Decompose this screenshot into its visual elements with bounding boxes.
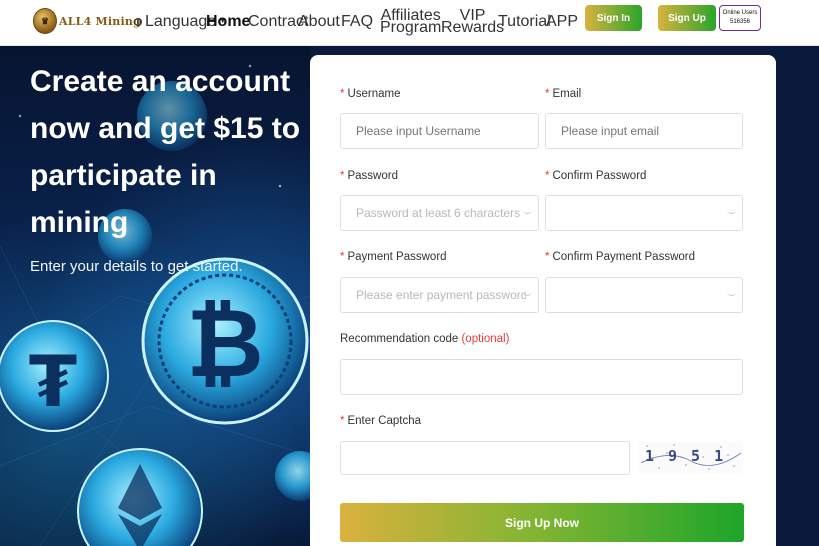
payment-password-label: * Payment Password bbox=[340, 251, 447, 263]
logo[interactable]: ♛ ALL4 Mining bbox=[33, 8, 141, 34]
nav-affiliates-program[interactable]: Affiliates Program bbox=[380, 8, 442, 36]
online-users-badge: Online Users 516356 bbox=[719, 5, 761, 31]
eye-hidden-icon[interactable] bbox=[523, 209, 532, 214]
payment-password-placeholder: Please enter payment password bbox=[356, 288, 526, 302]
nav-home[interactable]: Home bbox=[206, 14, 250, 30]
captcha-label: * Enter Captcha bbox=[340, 415, 421, 427]
captcha-image[interactable]: 1951 bbox=[639, 441, 743, 473]
confirm-password-input[interactable] bbox=[545, 195, 743, 231]
required-mark: * bbox=[545, 88, 550, 100]
nav-faq[interactable]: FAQ bbox=[341, 14, 373, 30]
email-label-text: Email bbox=[552, 88, 582, 100]
sign-in-button[interactable]: Sign In bbox=[585, 5, 642, 31]
hero-title: Create an account now and get $15 to par… bbox=[30, 65, 301, 239]
username-input[interactable] bbox=[340, 113, 539, 149]
optional-tag: (optional) bbox=[461, 333, 510, 345]
confirm-payment-password-input[interactable] bbox=[545, 277, 743, 313]
required-mark: * bbox=[545, 170, 550, 182]
password-input[interactable]: Password at least 6 characters bbox=[340, 195, 539, 231]
logo-text: ALL4 Mining bbox=[59, 14, 141, 28]
captcha-text: 1951 bbox=[645, 447, 738, 465]
nav-vip-rewards[interactable]: VIP Rewards bbox=[441, 8, 505, 36]
email-input[interactable] bbox=[545, 113, 743, 149]
password-label: * Password bbox=[340, 170, 398, 182]
email-label: * Email bbox=[545, 88, 581, 100]
sign-up-now-button[interactable]: Sign Up Now bbox=[340, 503, 744, 542]
svg-text:₮: ₮ bbox=[29, 341, 78, 423]
password-label-text: Password bbox=[347, 170, 398, 182]
required-mark: * bbox=[545, 251, 550, 263]
confirm-password-label: * Confirm Password bbox=[545, 170, 646, 182]
logo-lion-icon: ♛ bbox=[33, 8, 57, 34]
payment-password-label-text: Payment Password bbox=[347, 251, 447, 263]
recommendation-code-label: Recommendation code (optional) bbox=[340, 333, 509, 345]
nav-vip-line2: Rewards bbox=[441, 19, 505, 36]
top-nav-bar: ♛ ALL4 Mining Language ▼ Home Contract A… bbox=[0, 0, 819, 46]
eye-hidden-icon[interactable] bbox=[727, 291, 736, 296]
recommendation-label-text: Recommendation code bbox=[340, 333, 459, 345]
confirm-payment-password-label: * Confirm Payment Password bbox=[545, 251, 695, 263]
username-label-text: Username bbox=[347, 88, 401, 100]
eye-hidden-icon[interactable] bbox=[523, 291, 532, 296]
sign-up-button[interactable]: Sign Up bbox=[658, 5, 716, 31]
online-users-label: Online Users bbox=[722, 10, 758, 16]
nav-app[interactable]: APP bbox=[546, 14, 578, 30]
eye-hidden-icon[interactable] bbox=[727, 209, 736, 214]
captcha-input[interactable] bbox=[340, 441, 630, 475]
svg-text:₿: ₿ bbox=[186, 289, 263, 399]
hero-subtitle: Enter your details to get started. bbox=[30, 258, 243, 275]
confirm-payment-password-label-text: Confirm Payment Password bbox=[552, 251, 696, 263]
captcha-label-text: Enter Captcha bbox=[347, 415, 421, 427]
username-label: * Username bbox=[340, 88, 401, 100]
required-mark: * bbox=[340, 251, 345, 263]
recommendation-code-input[interactable] bbox=[340, 359, 743, 395]
confirm-password-label-text: Confirm Password bbox=[552, 170, 647, 182]
nav-tutorial[interactable]: Tutorial bbox=[498, 14, 551, 30]
password-placeholder: Password at least 6 characters bbox=[356, 206, 521, 220]
globe-icon bbox=[134, 18, 142, 26]
hero-section: ₿ ₮ Create an account now and get $15 to… bbox=[0, 46, 310, 546]
required-mark: * bbox=[340, 88, 345, 100]
nav-affiliates-line2: Program bbox=[380, 19, 442, 36]
required-mark: * bbox=[340, 170, 345, 182]
payment-password-input[interactable]: Please enter payment password bbox=[340, 277, 539, 313]
required-mark: * bbox=[340, 415, 345, 427]
online-users-count: 516356 bbox=[729, 19, 751, 25]
nav-about[interactable]: About bbox=[298, 14, 340, 30]
